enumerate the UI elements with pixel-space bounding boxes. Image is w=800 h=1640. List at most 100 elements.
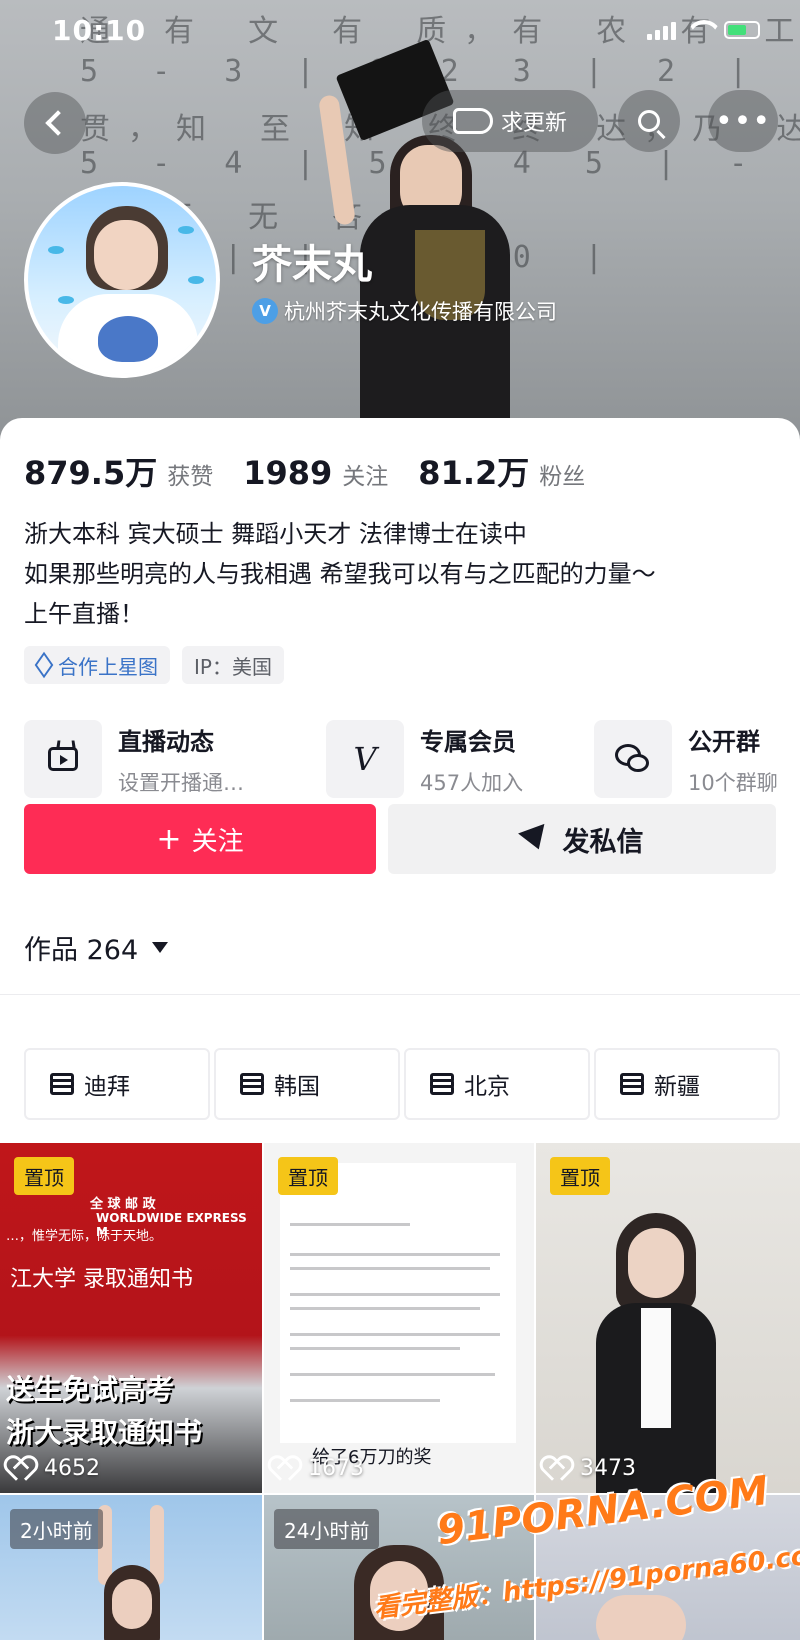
message-label: 发私信	[562, 826, 644, 858]
heart-icon	[546, 1458, 570, 1480]
thumbnail-text: 全 球 邮 政	[90, 1197, 156, 1212]
organization-name: 杭州芥末丸文化传播有限公司	[284, 300, 557, 324]
bio-line: 浙大本科 宾大硕士 舞蹈小天才 法律博士在读中	[24, 520, 527, 548]
works-tab[interactable]: 作品 264	[24, 928, 169, 967]
heart-icon	[274, 1458, 298, 1480]
feature-subtitle: 10个群聊	[688, 770, 778, 795]
vip-v-icon: V	[353, 740, 377, 778]
ip-location-label: IP：美国	[194, 654, 272, 679]
group-chat-icon	[615, 744, 651, 774]
search-button[interactable]	[618, 90, 680, 152]
profile-card: 879.5万 获赞 1989 关注 81.2万 粉丝 浙大本科 宾大硕士 舞蹈小…	[0, 418, 800, 1640]
collection-label: 迪拜	[84, 1074, 130, 1100]
collection-beijing[interactable]: 北京	[404, 1048, 590, 1120]
more-icon: •••	[714, 103, 772, 139]
feature-subtitle: 457人加入	[420, 770, 524, 795]
stat-label: 粉丝	[539, 464, 586, 490]
collection-stack-icon	[240, 1073, 264, 1095]
verified-organization[interactable]: V 杭州芥末丸文化传播有限公司	[252, 296, 557, 326]
search-icon	[638, 110, 660, 132]
thumbnail-text: 江大学 录取通知书	[10, 1267, 193, 1292]
collections-row: 迪拜 韩国 北京 新疆	[24, 1048, 800, 1120]
posted-time-badge: 24小时前	[274, 1509, 380, 1549]
stat-value: 1989	[243, 454, 333, 492]
collection-stack-icon	[50, 1073, 74, 1095]
divider	[0, 994, 800, 995]
collection-stack-icon	[430, 1073, 454, 1095]
posted-time-badge: 2小时前	[10, 1509, 103, 1549]
profile-header: 通 有 文 有 质，有 农 有 工，兼 5 - 3 | 6 2 3 | 2 | …	[0, 0, 800, 440]
pinned-badge: 置顶	[278, 1157, 338, 1195]
request-update-label: 求更新	[500, 111, 567, 136]
pinned-badge: 置顶	[550, 1157, 610, 1195]
collection-dubai[interactable]: 迪拜	[24, 1048, 210, 1120]
signal-icon	[647, 20, 676, 40]
send-icon	[517, 823, 552, 855]
feature-row: 直播动态 设置开播通… V 专属会员 457人加入 公开群 10个群聊	[24, 720, 784, 804]
status-time: 10:10	[52, 14, 147, 47]
stat-value: 879.5万	[24, 454, 158, 492]
verified-badge-icon: V	[252, 298, 278, 324]
ip-location-tag: IP：美国	[182, 646, 284, 684]
thumbnail-text: 浙大录取通知书	[6, 1416, 203, 1449]
star-map-label: 合作上星图	[58, 654, 158, 679]
request-update-button[interactable]: 求更新	[422, 90, 598, 152]
bio: 浙大本科 宾大硕士 舞蹈小天才 法律博士在读中 如果那些明亮的人与我相遇 希望我…	[24, 514, 774, 634]
bio-line: 如果那些明亮的人与我相遇 希望我可以有与之匹配的力量～	[24, 560, 656, 588]
star-map-tag[interactable]: 合作上星图	[24, 646, 170, 684]
back-button[interactable]	[24, 92, 86, 154]
collection-label: 北京	[464, 1074, 510, 1100]
stat-label: 关注	[342, 464, 389, 490]
works-label: 作品 264	[24, 935, 139, 966]
bio-line: 上午直播！	[24, 600, 144, 628]
collection-xinjiang[interactable]: 新疆	[594, 1048, 780, 1120]
feature-title: 直播动态	[118, 727, 214, 756]
avatar[interactable]	[24, 182, 220, 378]
like-count-value: 4652	[44, 1456, 100, 1481]
stat-following[interactable]: 1989 关注	[243, 454, 388, 492]
follow-label: 关注	[191, 826, 244, 857]
stat-value: 81.2万	[418, 454, 530, 492]
video-thumbnail[interactable]: 给了6万刀的奖 置顶 1673	[264, 1143, 534, 1493]
thumbnail-text: …，惟学无际，际于天地。	[6, 1229, 163, 1244]
collection-stack-icon	[620, 1073, 644, 1095]
like-count: 1673	[274, 1456, 364, 1481]
star-map-icon	[34, 651, 54, 679]
feature-membership[interactable]: V 专属会员 457人加入	[326, 720, 523, 798]
stat-likes[interactable]: 879.5万 获赞	[24, 448, 213, 494]
video-thumbnail[interactable]: 2小时前	[0, 1495, 262, 1640]
nickname: 芥末丸	[252, 242, 372, 288]
video-thumbnail[interactable]: 全 球 邮 政 WORLDWIDE EXPRESS M …，惟学无际，际于天地。…	[0, 1143, 262, 1493]
more-button[interactable]: •••	[708, 90, 778, 152]
collection-korea[interactable]: 韩国	[214, 1048, 400, 1120]
site-watermark: 91PORNA.COM 看完整版：https://91porna60.com	[372, 1468, 800, 1638]
status-icons	[647, 20, 760, 40]
pointing-hand-icon	[452, 108, 493, 134]
like-count-value: 3473	[580, 1456, 636, 1481]
pinned-badge: 置顶	[14, 1157, 74, 1195]
stats-row: 879.5万 获赞 1989 关注 81.2万 粉丝	[24, 448, 585, 494]
collection-label: 新疆	[654, 1074, 700, 1100]
feature-group[interactable]: 公开群 10个群聊	[594, 720, 778, 798]
like-count: 3473	[546, 1456, 636, 1481]
wifi-icon	[686, 20, 714, 40]
chevron-left-icon	[45, 110, 71, 136]
battery-icon	[724, 21, 760, 39]
stat-label: 获赞	[167, 464, 214, 490]
feature-live[interactable]: 直播动态 设置开播通…	[24, 720, 244, 798]
stat-followers[interactable]: 81.2万 粉丝	[418, 448, 585, 494]
profile-tags: 合作上星图 IP：美国	[24, 646, 284, 684]
caret-down-icon	[152, 942, 169, 953]
watermark-text: 看完整版：https://91porna60.com	[372, 1537, 800, 1625]
follow-button[interactable]: + 关注	[24, 804, 376, 874]
collection-label: 韩国	[274, 1074, 320, 1100]
message-button[interactable]: 发私信	[388, 804, 776, 874]
tv-icon	[48, 747, 78, 771]
heart-icon	[10, 1458, 34, 1480]
feature-title: 公开群	[688, 727, 760, 756]
video-thumbnail[interactable]: 置顶 3473	[536, 1143, 800, 1493]
feature-title: 专属会员	[420, 727, 516, 756]
plus-icon: +	[156, 821, 182, 857]
thumbnail-text: 送生免试高考	[6, 1373, 175, 1406]
like-count-value: 1673	[308, 1456, 364, 1481]
